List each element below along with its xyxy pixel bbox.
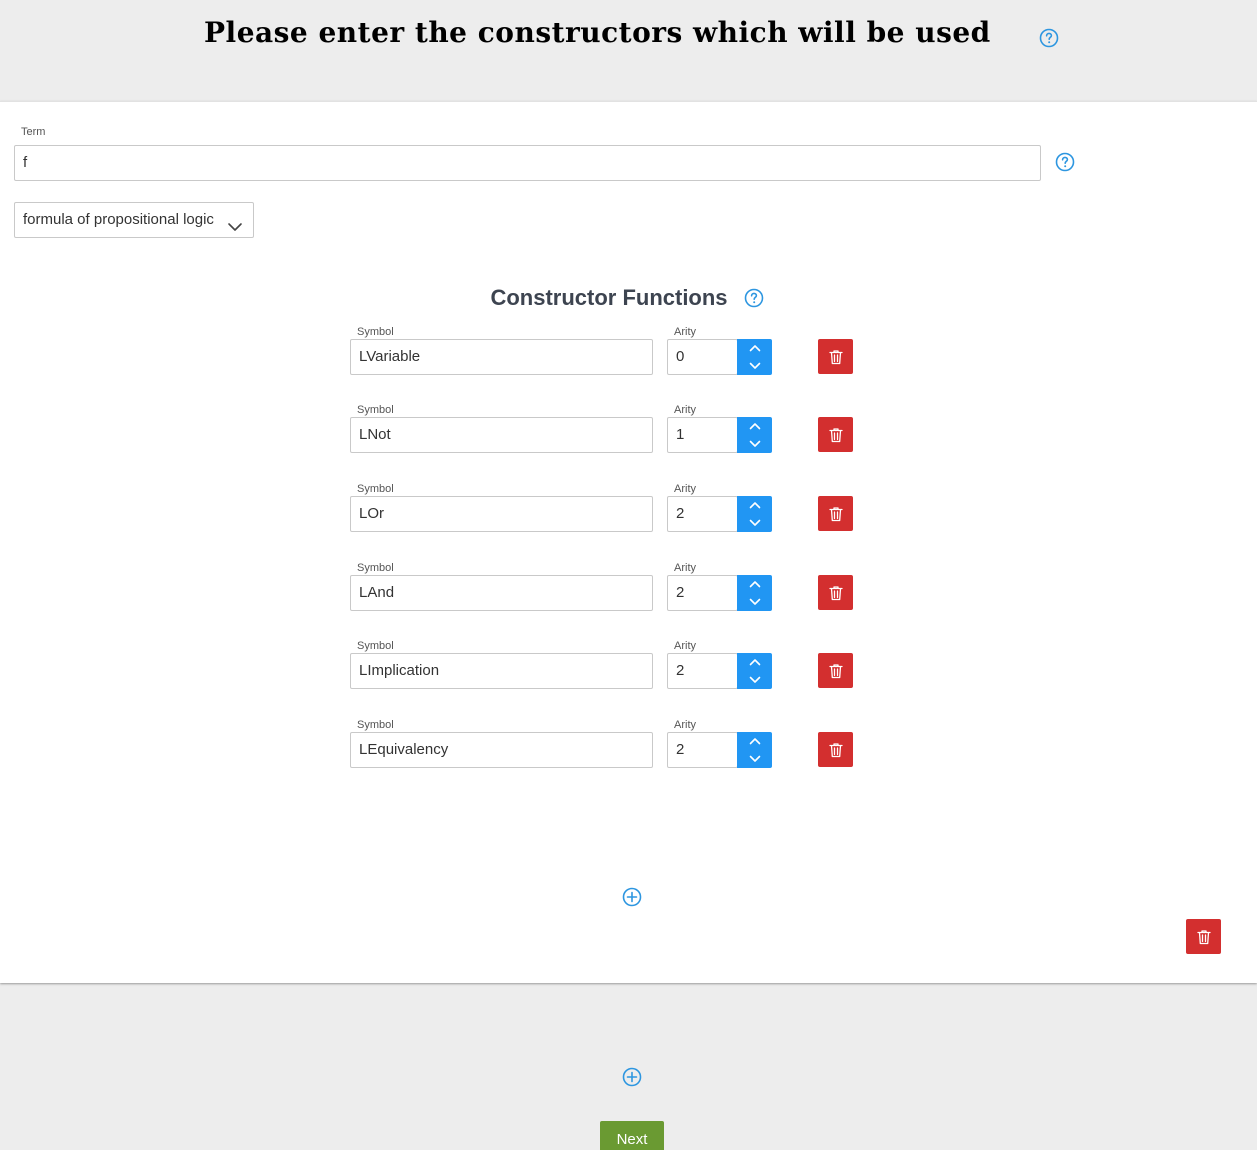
trash-icon (828, 585, 843, 601)
chevron-up-icon[interactable] (737, 732, 772, 750)
constructor-row: Symbol Arity LAnd 2 (0, 562, 1257, 632)
symbol-input[interactable]: LVariable (350, 339, 653, 375)
delete-constructor-button[interactable] (818, 732, 853, 767)
symbol-label: Symbol (357, 483, 394, 495)
arity-stepper (737, 496, 772, 532)
symbol-label: Symbol (357, 640, 394, 652)
trash-icon (828, 506, 843, 522)
add-term-button[interactable] (622, 1067, 642, 1087)
delete-constructor-button[interactable] (818, 339, 853, 374)
trash-icon (828, 663, 843, 679)
arity-label: Arity (674, 483, 696, 495)
chevron-down-icon[interactable] (737, 671, 772, 689)
constructor-row: Symbol Arity LEquivalency 2 (0, 719, 1257, 789)
arity-stepper (737, 653, 772, 689)
trash-icon (828, 349, 843, 365)
term-input[interactable]: f (14, 145, 1041, 181)
symbol-label: Symbol (357, 562, 394, 574)
chevron-down-icon[interactable] (737, 514, 772, 532)
term-type-select[interactable]: formula of propositional logic (14, 202, 254, 238)
symbol-input[interactable]: LOr (350, 496, 653, 532)
chevron-up-icon[interactable] (737, 339, 772, 357)
constructor-help-icon[interactable] (744, 288, 764, 308)
arity-input[interactable]: 2 (667, 496, 738, 532)
symbol-label: Symbol (357, 404, 394, 416)
delete-constructor-button[interactable] (818, 496, 853, 531)
next-button[interactable]: Next (600, 1121, 664, 1150)
delete-constructor-button[interactable] (818, 653, 853, 688)
arity-label: Arity (674, 404, 696, 416)
symbol-label: Symbol (357, 326, 394, 338)
arity-stepper (737, 732, 772, 768)
add-constructor-button[interactable] (622, 887, 642, 907)
arity-label: Arity (674, 326, 696, 338)
constructor-row: Symbol Arity LVariable 0 (0, 326, 1257, 396)
constructor-row: Symbol Arity LImplication 2 (0, 640, 1257, 710)
chevron-down-icon[interactable] (737, 750, 772, 768)
chevron-up-icon[interactable] (737, 496, 772, 514)
arity-input[interactable]: 2 (667, 575, 738, 611)
arity-input[interactable]: 0 (667, 339, 738, 375)
delete-constructor-button[interactable] (818, 575, 853, 610)
page: Please enter the constructors which will… (0, 0, 1257, 1150)
arity-label: Arity (674, 719, 696, 731)
delete-constructor-button[interactable] (818, 417, 853, 452)
chevron-down-icon (227, 213, 243, 231)
arity-label: Arity (674, 562, 696, 574)
symbol-input[interactable]: LNot (350, 417, 653, 453)
plus-circle-icon (622, 887, 642, 907)
chevron-down-icon[interactable] (737, 357, 772, 375)
symbol-input[interactable]: LAnd (350, 575, 653, 611)
symbol-label: Symbol (357, 719, 394, 731)
page-title: Please enter the constructors which will… (204, 16, 991, 49)
term-label: Term (21, 126, 46, 138)
trash-icon (828, 742, 843, 758)
plus-circle-icon (622, 1067, 642, 1087)
arity-stepper (737, 417, 772, 453)
symbol-input[interactable]: LImplication (350, 653, 653, 689)
term-help-icon[interactable] (1055, 152, 1075, 172)
arity-input[interactable]: 2 (667, 732, 738, 768)
constructor-row: Symbol Arity LOr 2 (0, 483, 1257, 553)
arity-stepper (737, 575, 772, 611)
symbol-input[interactable]: LEquivalency (350, 732, 653, 768)
trash-icon (828, 427, 843, 443)
chevron-up-icon[interactable] (737, 575, 772, 593)
constructor-row: Symbol Arity LNot 1 (0, 404, 1257, 474)
chevron-down-icon[interactable] (737, 593, 772, 611)
constructor-card: Term f formula of propositional logic Co… (0, 101, 1257, 983)
constructor-functions-title: Constructor Functions (490, 285, 728, 310)
arity-label: Arity (674, 640, 696, 652)
chevron-up-icon[interactable] (737, 653, 772, 671)
delete-term-button[interactable] (1186, 919, 1221, 954)
chevron-up-icon[interactable] (737, 417, 772, 435)
help-icon[interactable] (1039, 28, 1059, 48)
term-type-value: formula of propositional logic (23, 211, 214, 228)
arity-stepper (737, 339, 772, 375)
arity-input[interactable]: 1 (667, 417, 738, 453)
arity-input[interactable]: 2 (667, 653, 738, 689)
trash-icon (1196, 929, 1211, 945)
chevron-down-icon[interactable] (737, 435, 772, 453)
